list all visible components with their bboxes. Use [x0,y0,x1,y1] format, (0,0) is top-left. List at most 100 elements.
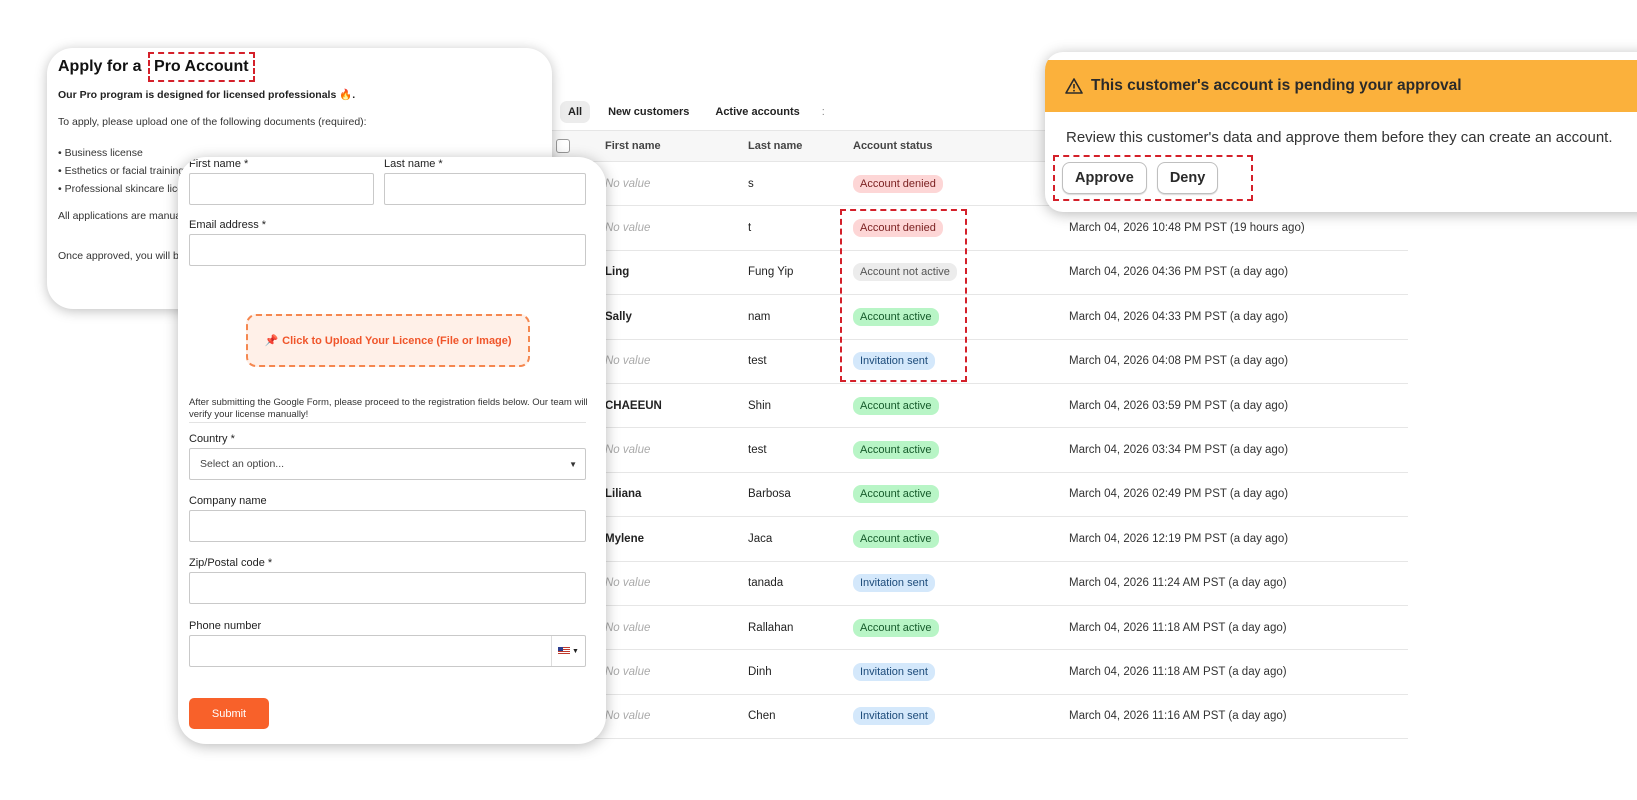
status-cell: Account active [853,384,939,427]
first-name-cell: No value [605,177,651,190]
last-name-cell: tanada [748,577,784,590]
upload-licence-button[interactable]: 📌 Click to Upload Your Licence (File or … [246,314,530,367]
date-cell: March 04, 2026 11:18 AM PST (a day ago) [1069,665,1287,678]
approval-actions: Approve Deny [1053,155,1253,201]
last-name-cell: Jaca [748,532,773,545]
date-cell: March 04, 2026 03:59 PM PST (a day ago) [1069,399,1289,412]
column-first-name[interactable]: First name [605,131,661,161]
last-name-cell: nam [748,310,771,323]
approval-description: Review this customer's data and approve … [1066,129,1613,146]
approval-popup: This customer's account is pending your … [1045,52,1637,212]
phone-number-label: Phone number [189,620,262,632]
last-name-cell: Fung Yip [748,266,794,279]
approve-button[interactable]: Approve [1062,162,1147,194]
first-name-field[interactable] [189,173,374,205]
last-name-cell: Dinh [748,665,772,678]
first-name-cell: No value [605,222,651,235]
status-cell: Account active [853,428,939,471]
tab-new-customers[interactable]: New customers [600,101,697,123]
first-name-cell: Sally [605,310,632,323]
page-title: Apply for a Pro Account [58,52,255,82]
status-badge: Invitation sent [853,574,935,593]
date-cell: March 04, 2026 11:16 AM PST (a day ago) [1069,710,1287,723]
tab-active-accounts[interactable]: Active accounts [707,101,807,123]
email-label: Email address * [189,219,267,231]
table-row[interactable]: CHAEEUN Shin Account active March 04, 2026 … [548,384,1408,429]
status-badge: Invitation sent [853,352,935,371]
table-row[interactable]: No value t Account denied March 04, 2026 10… [548,206,1408,251]
deny-button[interactable]: Deny [1156,162,1219,194]
more-tabs-icon[interactable]: : [818,106,829,118]
status-cell: Invitation sent [853,695,935,738]
table-body: No value s Account denied No value t Account … [548,162,1408,740]
first-name-cell: No value [605,665,651,678]
table-row[interactable]: Ling Fung Yip Account not active March 04, … [548,251,1408,296]
status-cell: Account not active [853,251,957,294]
last-name-cell: test [748,444,767,457]
us-flag-icon [558,647,571,655]
table-row[interactable]: Liliana Barbosa Account active March 04, 20… [548,473,1408,518]
status-badge: Account denied [853,219,943,238]
intro-apply-text: To apply, please upload one of the follo… [58,116,367,128]
company-name-field[interactable] [189,510,586,542]
caret-down-icon: ▼ [572,647,579,655]
first-name-cell: Mylene [605,532,644,545]
table-row[interactable]: Sally nam Account active March 04, 2026 04:… [548,295,1408,340]
first-name-cell: No value [605,355,651,368]
table-row[interactable]: No value Rallahan Account active March 04, … [548,606,1408,651]
status-cell: Invitation sent [853,340,935,383]
date-cell: March 04, 2026 04:33 PM PST (a day ago) [1069,310,1289,323]
first-name-label: First name * [189,158,249,170]
table-row[interactable]: No value Dinh Invitation sent March 04, 202… [548,650,1408,695]
date-cell: March 04, 2026 11:18 AM PST (a day ago) [1069,621,1287,634]
date-cell: March 04, 2026 04:08 PM PST (a day ago) [1069,355,1289,368]
table-row[interactable]: Mylene Jaca Account active March 04, 2026 1… [548,517,1408,562]
country-select-value: Select an option... [200,458,285,470]
status-cell: Account active [853,295,939,338]
registration-form-card: First name * Last name * Email address *… [178,157,606,744]
date-cell: March 04, 2026 02:49 PM PST (a day ago) [1069,488,1289,501]
date-cell: March 04, 2026 03:34 PM PST (a day ago) [1069,444,1289,457]
status-cell: Account active [853,606,939,649]
last-name-cell: test [748,355,767,368]
first-name-cell: Liliana [605,488,642,501]
submit-button[interactable]: Submit [189,698,269,729]
status-badge: Account active [853,529,939,548]
status-cell: Invitation sent [853,650,935,693]
banner-text: This customer's account is pending your … [1091,77,1462,94]
status-cell: Account denied [853,206,943,249]
column-account-status[interactable]: Account status [853,131,932,161]
status-badge: Account active [853,618,939,637]
last-name-cell: t [748,222,752,235]
first-name-cell: No value [605,710,651,723]
last-name-field[interactable] [384,173,586,205]
zip-code-label: Zip/Postal code * [189,557,273,569]
table-row[interactable]: No value test Account active March 04, 2026… [548,428,1408,473]
table-row[interactable]: No value Chen Invitation sent March 04, 202… [548,695,1408,740]
phone-number-field[interactable]: ▼ [189,635,586,667]
warning-icon [1065,78,1083,94]
status-badge: Account not active [853,263,957,282]
status-badge: Account active [853,307,939,326]
title-prefix: Apply for a [58,58,142,75]
date-cell: March 04, 2026 11:24 AM PST (a day ago) [1069,577,1287,590]
country-select[interactable]: Select an option... ▼ [189,448,586,480]
last-name-cell: Rallahan [748,621,794,634]
table-row[interactable]: No value tanada Invitation sent March 04, 2… [548,562,1408,606]
country-code-picker[interactable]: ▼ [551,636,585,666]
zip-code-field[interactable] [189,572,586,604]
pending-approval-banner: This customer's account is pending your … [1045,60,1637,112]
first-name-cell: CHAEEUN [605,399,662,412]
status-cell: Account denied [853,162,943,205]
status-cell: Account active [853,473,939,516]
table-row[interactable]: No value test Invitation sent March 04, 202… [548,340,1408,384]
intro-lead-text: Our Pro program is designed for licensed… [58,89,356,101]
email-field[interactable] [189,234,586,266]
first-name-cell: Ling [605,266,630,279]
column-last-name[interactable]: Last name [748,131,802,161]
pin-icon: 📌 [264,335,279,347]
last-name-cell: Chen [748,710,776,723]
tab-all[interactable]: All [560,101,591,123]
date-cell: March 04, 2026 10:48 PM PST (19 hours ag… [1069,222,1305,235]
upload-licence-label: Click to Upload Your Licence (File or Im… [282,334,512,347]
